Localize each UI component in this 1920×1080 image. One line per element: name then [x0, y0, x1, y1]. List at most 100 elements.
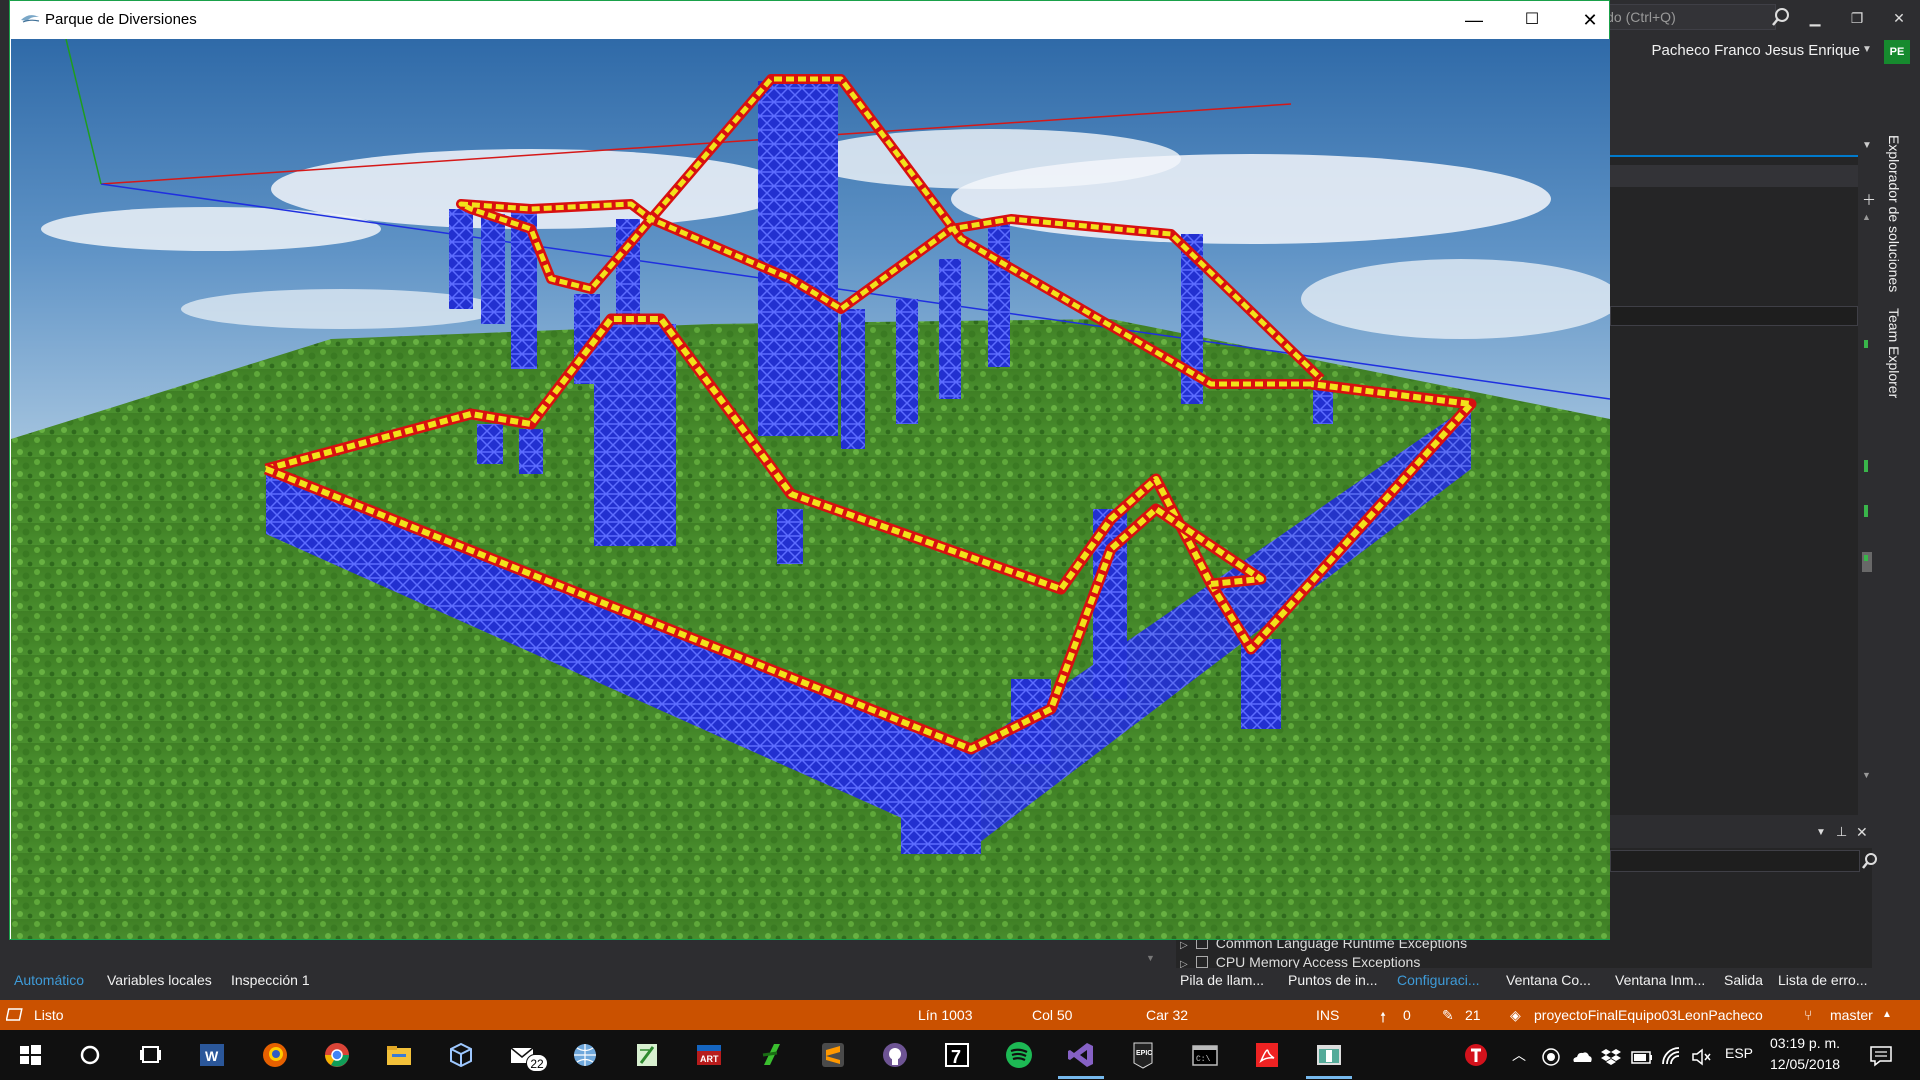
notifications-icon[interactable]	[1868, 1044, 1894, 1068]
tab-inspeccion-1[interactable]: Inspección 1	[231, 972, 310, 988]
network-icon[interactable]	[569, 1039, 601, 1071]
start-icon[interactable]	[14, 1039, 46, 1071]
status-bar: Listo Lín 1003 Col 50 Car 32 INS 🠕 0 ✎ 2…	[0, 1000, 1920, 1030]
status-repo[interactable]: proyectoFinalEquipo03LeonPacheco	[1534, 1007, 1763, 1023]
status-up-count[interactable]: 0	[1403, 1007, 1411, 1023]
opengl-window[interactable]: Parque de Diversiones — ☐ ✕	[9, 0, 1610, 940]
exception-label: CPU Memory Access Exceptions	[1215, 954, 1421, 968]
expand-arrow-icon[interactable]: ▷	[1180, 959, 1188, 968]
record-icon[interactable]	[1540, 1046, 1562, 1068]
spotify-icon[interactable]	[1003, 1039, 1035, 1071]
window-titlebar[interactable]: Parque de Diversiones — ☐ ✕	[10, 1, 1609, 39]
search-icon[interactable]	[1860, 852, 1880, 870]
wifi-icon[interactable]	[1661, 1046, 1683, 1068]
scroll-up-icon[interactable]: ▲	[1862, 212, 1871, 222]
lower-pane-header: ▼ ⊥ ✕	[1610, 822, 1872, 848]
expand-arrow-icon[interactable]: ▷	[1180, 940, 1188, 951]
list-item[interactable]: ▷ CPU Memory Access Exceptions	[1180, 954, 1420, 968]
status-pencil-count[interactable]: 21	[1465, 1007, 1481, 1023]
bottom-tab-bar: Automático Variables locales Inspección …	[0, 968, 1920, 994]
language-indicator[interactable]: ESP	[1725, 1045, 1753, 1061]
status-col: Col 50	[1032, 1007, 1073, 1023]
exception-scroll-gutter: ▼	[1140, 935, 1176, 969]
cortana-icon[interactable]	[74, 1039, 106, 1071]
svg-text:C:\: C:\	[1196, 1055, 1211, 1064]
seven-zip-icon[interactable]: 7	[941, 1039, 973, 1071]
task-view-icon[interactable]	[134, 1039, 166, 1071]
battery-icon[interactable]	[1630, 1047, 1654, 1067]
pin-icon[interactable]: ⊥	[1836, 824, 1847, 840]
tab-ventana-inmediato[interactable]: Ventana Inm...	[1615, 972, 1705, 988]
chevron-up-icon[interactable]: ︿	[1512, 1045, 1526, 1065]
opengl-viewport[interactable]	[11, 39, 1610, 939]
status-mode: INS	[1316, 1007, 1340, 1023]
tab-lista-errores[interactable]: Lista de erro...	[1778, 972, 1868, 988]
opengl-app-icon[interactable]	[1313, 1039, 1345, 1071]
chrome-icon[interactable]	[321, 1039, 353, 1071]
close-button[interactable]: ✕	[1561, 1, 1619, 39]
status-char: Car 32	[1146, 1007, 1189, 1023]
quick-launch-search[interactable]: ido (Ctrl+Q)	[1596, 4, 1776, 30]
tab-puntos-interrupcion[interactable]: Puntos de in...	[1288, 972, 1378, 988]
sublime-icon[interactable]	[817, 1039, 849, 1071]
tab-salida[interactable]: Salida	[1724, 972, 1763, 988]
firefox-icon[interactable]	[259, 1039, 291, 1071]
branch-icon[interactable]: ⑂	[1804, 1007, 1812, 1023]
antivirus-icon[interactable]	[1460, 1039, 1492, 1071]
checkbox[interactable]	[1195, 956, 1208, 968]
clock-date[interactable]: 12/05/2018	[1770, 1056, 1840, 1072]
search-icon[interactable]	[1770, 6, 1792, 28]
chevron-down-icon[interactable]: ▼	[1862, 44, 1872, 55]
status-ready: Listo	[34, 1007, 64, 1023]
solution-explorer-selected-row[interactable]	[1610, 306, 1858, 326]
green-app-icon[interactable]	[755, 1039, 787, 1071]
epic-games-icon[interactable]: EPIC	[1127, 1039, 1159, 1071]
status-branch[interactable]: master	[1830, 1007, 1873, 1023]
minimize-button[interactable]: —	[1445, 1, 1503, 39]
tab-pila-llamadas[interactable]: Pila de llam...	[1180, 972, 1264, 988]
tab-ventana-comandos[interactable]: Ventana Co...	[1506, 972, 1591, 988]
onedrive-icon[interactable]	[1570, 1046, 1594, 1068]
chevron-down-icon[interactable]: ▼	[1862, 140, 1872, 151]
vs-restore-button[interactable]: ❐	[1842, 6, 1872, 30]
tab-configuracion[interactable]: Configuraci...	[1397, 972, 1479, 988]
chevron-up-icon[interactable]: ▲	[1882, 1009, 1892, 1020]
scroll-down-icon[interactable]: ▼	[1146, 953, 1155, 963]
clock-time[interactable]: 03:19 p. m.	[1770, 1035, 1840, 1051]
solution-explorer-pane	[1610, 155, 1858, 815]
avatar[interactable]: PE	[1884, 40, 1910, 64]
pencil-icon[interactable]: ✎	[1442, 1007, 1454, 1024]
tab-team-explorer[interactable]: Team Explorer	[1886, 308, 1902, 398]
chevron-down-icon[interactable]: ▼	[1816, 827, 1826, 838]
maximize-button[interactable]: ☐	[1503, 1, 1561, 39]
arrow-up-icon[interactable]: 🠕	[1380, 1007, 1386, 1031]
app-icon	[21, 15, 40, 23]
svg-text:ART: ART	[700, 1054, 719, 1064]
notepad-icon[interactable]	[631, 1039, 663, 1071]
account-name[interactable]: Pacheco Franco Jesus Enrique	[1620, 42, 1860, 59]
close-icon[interactable]: ✕	[1856, 824, 1868, 841]
solution-explorer-header	[1610, 165, 1858, 187]
expand-icon[interactable]: ＋	[1862, 190, 1876, 210]
file-explorer-icon[interactable]	[383, 1039, 415, 1071]
repo-icon[interactable]: ◈	[1510, 1007, 1521, 1024]
word-icon[interactable]: W	[196, 1039, 228, 1071]
tab-variables-locales[interactable]: Variables locales	[107, 972, 212, 988]
dropbox-icon[interactable]	[1600, 1046, 1622, 1068]
terminal-icon[interactable]: C:\	[1189, 1039, 1221, 1071]
tab-automatico[interactable]: Automático	[14, 972, 84, 988]
lower-pane-search[interactable]	[1610, 850, 1860, 872]
svg-text:W: W	[205, 1048, 219, 1064]
window-title: Parque de Diversiones	[45, 11, 197, 28]
3d-icon[interactable]	[445, 1039, 477, 1071]
photos-icon[interactable]: ART	[693, 1039, 725, 1071]
scroll-down-icon[interactable]: ▼	[1862, 770, 1871, 780]
scrollbar[interactable]: ＋ ▲ ▼	[1858, 190, 1876, 790]
tab-solution-explorer[interactable]: Explorador de soluciones	[1886, 135, 1902, 292]
volume-muted-icon[interactable]	[1690, 1046, 1712, 1068]
github-icon[interactable]	[879, 1039, 911, 1071]
visual-studio-icon[interactable]	[1065, 1039, 1097, 1071]
vs-minimize-button[interactable]: ▁	[1800, 6, 1830, 30]
acrobat-icon[interactable]	[1251, 1039, 1283, 1071]
vs-close-button[interactable]: ✕	[1884, 6, 1914, 30]
